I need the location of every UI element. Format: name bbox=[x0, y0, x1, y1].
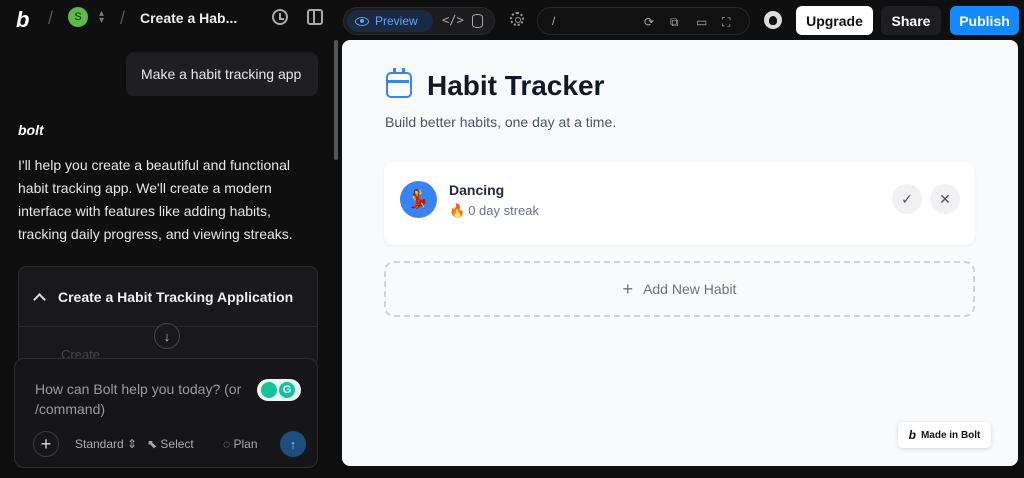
add-habit-button[interactable]: + Add New Habit bbox=[384, 261, 975, 317]
history-icon[interactable] bbox=[272, 9, 288, 25]
plan-label: Plan bbox=[233, 437, 258, 451]
bolt-logo[interactable]: b bbox=[16, 7, 29, 33]
chevron-updown-icon: ⇕ bbox=[127, 437, 138, 451]
artifact-title: Create a Habit Tracking Application bbox=[58, 288, 294, 305]
eye-icon bbox=[355, 16, 369, 26]
user-message: Make a habit tracking app bbox=[126, 52, 318, 96]
publish-button[interactable]: Publish bbox=[950, 6, 1019, 35]
fire-icon: 🔥 bbox=[449, 203, 466, 218]
code-icon[interactable]: </> bbox=[442, 13, 464, 27]
send-button[interactable]: ↑ bbox=[280, 431, 306, 457]
plan-button[interactable]: ◌ Plan bbox=[223, 437, 258, 451]
tab-preview-label: Preview bbox=[375, 14, 418, 28]
calendar-icon bbox=[386, 68, 412, 98]
artifact-header[interactable]: Create a Habit Tracking Application bbox=[19, 267, 317, 327]
select-button[interactable]: ⬉ Select bbox=[147, 437, 194, 451]
made-in-bolt-badge[interactable]: b Made in Bolt bbox=[898, 422, 991, 448]
url-path[interactable]: / bbox=[552, 14, 555, 28]
breadcrumb-separator: / bbox=[120, 8, 126, 28]
delete-habit-button[interactable]: ✕ bbox=[930, 184, 960, 214]
lightbulb-icon: ◌ bbox=[223, 437, 231, 451]
toggle-sidebar-icon[interactable] bbox=[307, 9, 323, 25]
chevron-updown-icon[interactable]: ▴ ▾ bbox=[99, 9, 104, 26]
gear-icon[interactable] bbox=[510, 12, 524, 26]
cursor-icon: ⬉ bbox=[147, 437, 158, 451]
streak-text: 0 day streak bbox=[468, 203, 540, 218]
top-bar: b / S ▴ ▾ / Create a Hab... Preview </> /… bbox=[0, 0, 1024, 40]
made-in-label: Made in Bolt bbox=[920, 429, 981, 441]
devices-icon[interactable]: ▭ bbox=[696, 15, 707, 29]
artifact-card[interactable]: Create a Habit Tracking Application Crea… bbox=[18, 266, 318, 366]
plus-icon: + bbox=[622, 278, 634, 299]
prompt-box[interactable]: How can Bolt help you today? (or /comman… bbox=[14, 358, 318, 468]
avatar[interactable]: S bbox=[68, 7, 88, 27]
view-switcher: Preview </> bbox=[343, 7, 495, 35]
mode-label: Standard bbox=[75, 437, 124, 451]
tab-preview[interactable]: Preview bbox=[347, 10, 433, 32]
share-button[interactable]: Share bbox=[881, 6, 941, 35]
project-title[interactable]: Create a Hab... bbox=[140, 10, 237, 26]
database-icon[interactable] bbox=[472, 14, 483, 28]
page-subtitle: Build better habits, one day at a time. bbox=[385, 114, 617, 130]
page-title: Habit Tracker bbox=[427, 70, 605, 101]
breadcrumb-separator: / bbox=[48, 8, 54, 28]
attach-button[interactable]: + bbox=[33, 431, 59, 457]
github-icon[interactable] bbox=[764, 11, 782, 29]
bolt-logo-icon: b bbox=[908, 428, 916, 442]
mode-select[interactable]: Standard ⇕ bbox=[75, 437, 137, 451]
open-external-icon[interactable]: ⧉ bbox=[670, 15, 679, 30]
assistant-name: bolt bbox=[18, 122, 44, 138]
chat-panel: Make a habit tracking app bolt I'll help… bbox=[0, 40, 340, 478]
reload-icon[interactable]: ⟳ bbox=[644, 15, 654, 29]
prompt-input[interactable]: How can Bolt help you today? (or /comman… bbox=[35, 379, 265, 419]
select-label: Select bbox=[160, 437, 194, 451]
chat-scrollbar[interactable] bbox=[334, 40, 338, 160]
scroll-down-icon[interactable]: ↓ bbox=[154, 323, 180, 349]
habit-name: Dancing bbox=[449, 182, 505, 198]
grammarly-icon[interactable]: G bbox=[279, 382, 295, 398]
assistant-message: I'll help you create a beautiful and fun… bbox=[18, 157, 293, 242]
complete-habit-button[interactable]: ✓ bbox=[892, 184, 922, 214]
app-preview: Habit Tracker Build better habits, one d… bbox=[342, 40, 1018, 466]
habit-streak: 🔥 0 day streak bbox=[449, 203, 539, 219]
fullscreen-icon[interactable]: ⛶ bbox=[722, 15, 730, 30]
dancer-icon: 💃 bbox=[400, 181, 437, 218]
add-habit-label: Add New Habit bbox=[643, 281, 737, 297]
upgrade-button[interactable]: Upgrade bbox=[796, 6, 873, 35]
habit-card: 💃 Dancing 🔥 0 day streak ✓ ✕ bbox=[384, 162, 975, 245]
chevron-up-icon[interactable] bbox=[33, 292, 46, 306]
preview-url-bar[interactable]: / ⟳ ⧉ ▭ ⛶ bbox=[537, 7, 750, 35]
grammarly-bulb-icon[interactable] bbox=[261, 382, 277, 398]
grammarly-widget[interactable]: G bbox=[257, 379, 301, 401]
